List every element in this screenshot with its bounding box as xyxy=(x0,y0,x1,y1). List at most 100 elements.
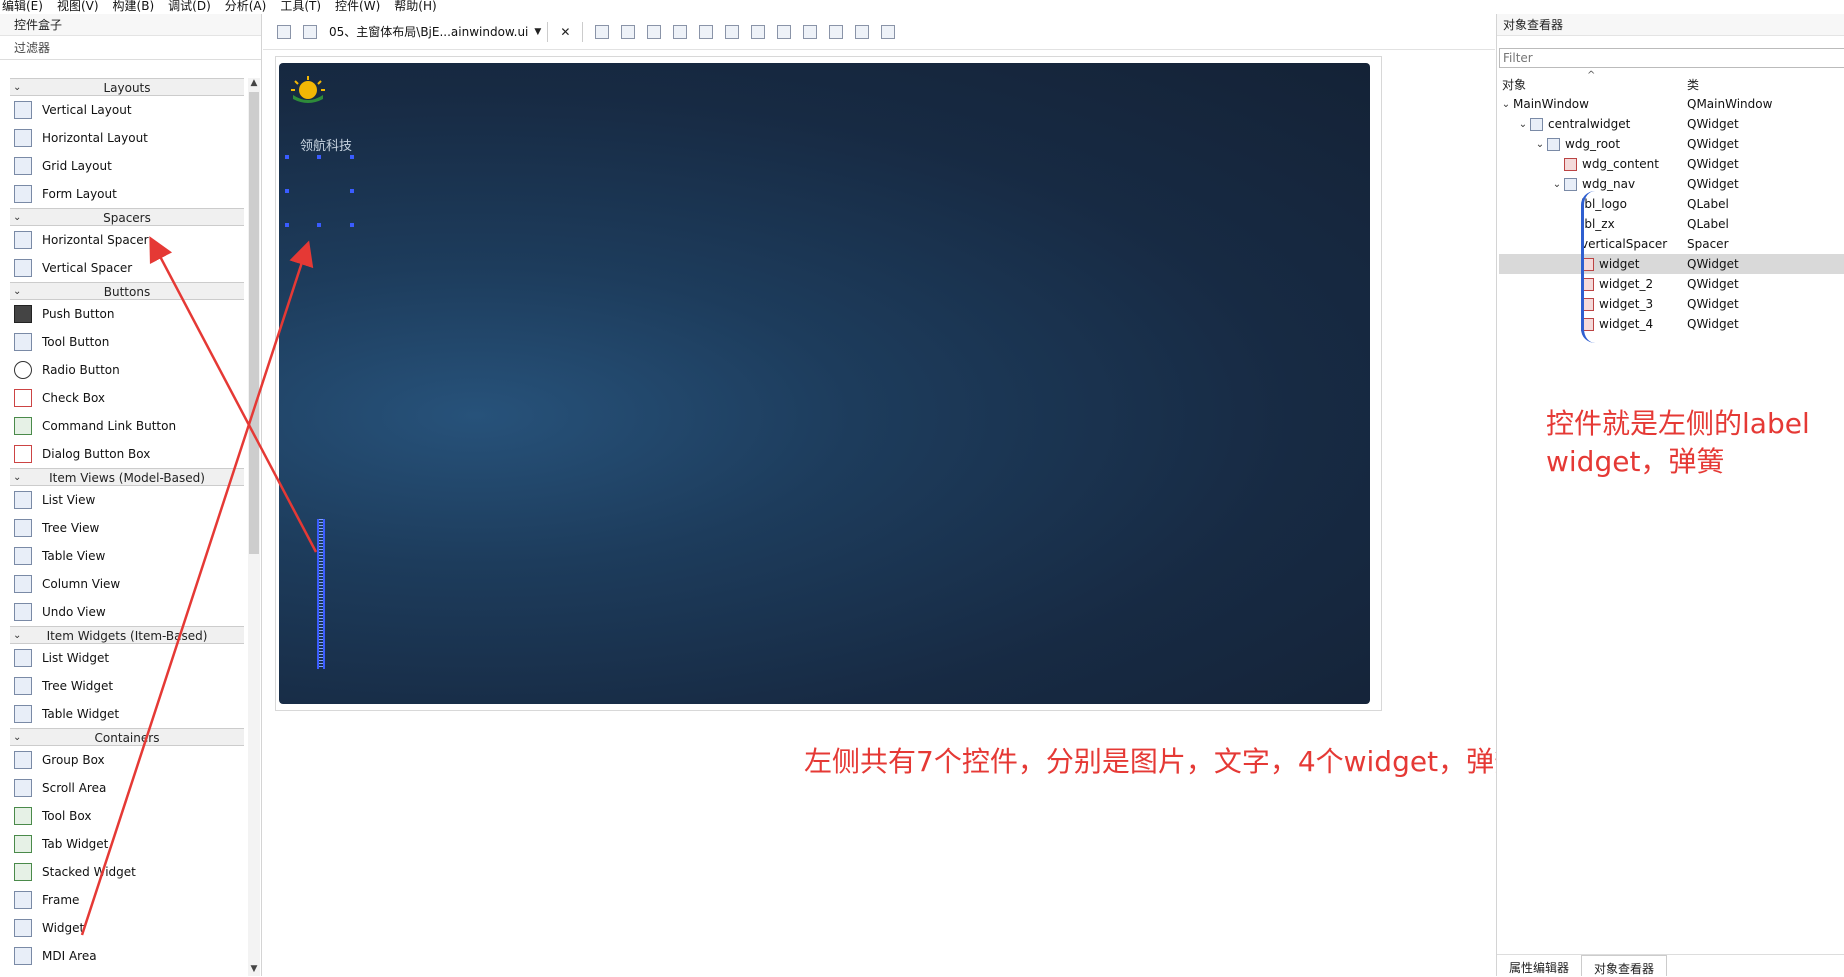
widget-box-item[interactable]: Vertical Layout xyxy=(10,96,244,124)
tree-row[interactable]: widget_4 QWidget xyxy=(1499,314,1844,334)
selection-handle[interactable] xyxy=(350,223,354,227)
widget-box-item[interactable]: Vertical Spacer xyxy=(10,254,244,282)
chevron-down-icon[interactable]: ⌄ xyxy=(13,469,21,487)
chevron-down-icon[interactable]: ⌄ xyxy=(13,209,21,227)
layout-grid-icon[interactable] xyxy=(829,24,844,39)
tree-row[interactable]: wdg_content QWidget xyxy=(1499,154,1844,174)
tab-property-editor[interactable]: 属性编辑器 xyxy=(1497,955,1581,976)
object-filter-input[interactable] xyxy=(1499,48,1844,68)
close-file-icon[interactable]: ✕ xyxy=(560,25,570,39)
category-header[interactable]: ⌄ Item Views (Model-Based) xyxy=(10,468,244,486)
widget-box-item[interactable]: Grid Layout xyxy=(10,152,244,180)
expand-arrow-icon[interactable]: ⌄ xyxy=(1499,99,1513,110)
expand-arrow-icon[interactable]: ⌄ xyxy=(1533,139,1547,150)
selection-handle[interactable] xyxy=(285,223,289,227)
menu-item[interactable]: 编辑(E) xyxy=(2,0,43,14)
expand-arrow-icon[interactable]: ⌄ xyxy=(1516,119,1530,130)
chevron-down-icon[interactable]: ⌄ xyxy=(13,79,21,97)
menu-item[interactable]: 控件(W) xyxy=(335,0,380,14)
widget-box-item[interactable]: Tool Box xyxy=(10,802,244,830)
column-class[interactable]: 类 xyxy=(1687,76,1699,94)
widget-box-item[interactable]: Tab Widget xyxy=(10,830,244,858)
tree-row[interactable]: widget_2 QWidget xyxy=(1499,274,1844,294)
widget-box-item[interactable]: Frame xyxy=(10,886,244,914)
category-header[interactable]: ⌄ Item Widgets (Item-Based) xyxy=(10,626,244,644)
break-layout-icon[interactable] xyxy=(855,24,870,39)
widget-box-item[interactable]: Stacked Widget xyxy=(10,858,244,886)
selection-handle[interactable] xyxy=(350,155,354,159)
chevron-down-icon[interactable]: ⌄ xyxy=(13,283,21,301)
widget-box-item[interactable]: Widget xyxy=(10,914,244,942)
edit-buddies-icon[interactable] xyxy=(647,24,662,39)
main-window-form[interactable]: 领航科技 xyxy=(279,63,1370,704)
layout-horizontal-splitter-icon[interactable] xyxy=(751,24,766,39)
chevron-down-icon[interactable]: ⌄ xyxy=(13,729,21,747)
category-header[interactable]: ⌄ Spacers xyxy=(10,208,244,226)
layout-vertical-splitter-icon[interactable] xyxy=(777,24,792,39)
sun-logo-icon[interactable] xyxy=(289,75,327,105)
chevron-down-icon[interactable]: ⌄ xyxy=(13,627,21,645)
edit-tab-order-icon[interactable] xyxy=(673,24,688,39)
menu-item[interactable]: 构建(B) xyxy=(113,0,155,14)
expand-arrow-icon[interactable]: ⌄ xyxy=(1550,179,1564,190)
category-header[interactable]: ⌄ Buttons xyxy=(10,282,244,300)
selection-handle[interactable] xyxy=(350,189,354,193)
widget-box-item[interactable]: Command Link Button xyxy=(10,412,244,440)
category-header[interactable]: ⌄ Containers xyxy=(10,728,244,746)
widget-box-item[interactable]: Horizontal Layout xyxy=(10,124,244,152)
tree-row[interactable]: ⌄ wdg_nav QWidget xyxy=(1499,174,1844,194)
widget-box-item[interactable]: Tree Widget xyxy=(10,672,244,700)
widget-box-item[interactable]: Table Widget xyxy=(10,700,244,728)
tree-row[interactable]: lbl_logo QLabel xyxy=(1499,194,1844,214)
menu-item[interactable]: 调试(D) xyxy=(168,0,211,14)
selection-handle[interactable] xyxy=(285,189,289,193)
menu-item[interactable]: 分析(A) xyxy=(225,0,267,14)
scroll-down-icon[interactable]: ▼ xyxy=(248,964,260,976)
scroll-thumb[interactable] xyxy=(249,92,259,554)
menu-item[interactable]: 帮助(H) xyxy=(394,0,436,14)
selection-handle[interactable] xyxy=(317,223,321,227)
lock-icon[interactable] xyxy=(277,24,291,39)
tree-row[interactable]: widget_3 QWidget xyxy=(1499,294,1844,314)
widget-box-item[interactable]: Form Layout xyxy=(10,180,244,208)
widget-box-item[interactable]: MDI Area xyxy=(10,942,244,970)
edit-signals-icon[interactable] xyxy=(621,24,636,39)
widget-box-item[interactable]: Dialog Button Box xyxy=(10,440,244,468)
widget-box-item[interactable]: Horizontal Spacer xyxy=(10,226,244,254)
layout-horizontal-icon[interactable] xyxy=(699,24,714,39)
layout-form-icon[interactable] xyxy=(803,24,818,39)
adjust-size-icon[interactable] xyxy=(881,24,896,39)
widget-box-item[interactable]: Scroll Area xyxy=(10,774,244,802)
tree-row[interactable]: ⌄ MainWindow QMainWindow xyxy=(1499,94,1844,114)
file-dropdown-icon[interactable]: ▼ xyxy=(534,27,541,37)
widget-box-scrollbar[interactable]: ▲ ▼ xyxy=(248,78,260,976)
widget-box-item[interactable]: Tool Button xyxy=(10,328,244,356)
widget-box-item[interactable]: Check Box xyxy=(10,384,244,412)
layout-vertical-icon[interactable] xyxy=(725,24,740,39)
widget-box-item[interactable]: Group Box xyxy=(10,746,244,774)
tree-row[interactable]: verticalSpacer Spacer xyxy=(1499,234,1844,254)
tab-object-inspector[interactable]: 对象查看器 xyxy=(1581,955,1668,976)
selection-handle[interactable] xyxy=(285,155,289,159)
tree-row[interactable]: widget QWidget xyxy=(1499,254,1844,274)
tree-row[interactable]: ⌄ centralwidget QWidget xyxy=(1499,114,1844,134)
category-header[interactable]: ⌄ Layouts xyxy=(10,78,244,96)
widget-box-item[interactable]: Undo View xyxy=(10,598,244,626)
file-name[interactable]: 05、主窗体布局\BjE...ainwindow.ui xyxy=(329,23,528,40)
widget-box-item[interactable]: Radio Button xyxy=(10,356,244,384)
tree-row[interactable]: ⌄ wdg_root QWidget xyxy=(1499,134,1844,154)
tree-row[interactable]: lbl_zx QLabel xyxy=(1499,214,1844,234)
widget-box-item[interactable]: Table View xyxy=(10,542,244,570)
widget-box-item[interactable]: List View xyxy=(10,486,244,514)
company-label[interactable]: 领航科技 xyxy=(300,135,352,154)
scroll-up-icon[interactable]: ▲ xyxy=(248,78,260,90)
widget-box-item[interactable]: Push Button xyxy=(10,300,244,328)
vertical-spacer[interactable] xyxy=(317,519,325,669)
widget-box-item[interactable]: Tree View xyxy=(10,514,244,542)
edit-widgets-icon[interactable] xyxy=(595,24,610,39)
menu-item[interactable]: 视图(V) xyxy=(57,0,99,14)
selection-handle[interactable] xyxy=(317,155,321,159)
widget-box-item[interactable]: List Widget xyxy=(10,644,244,672)
widget-box-filter[interactable]: 过滤器 xyxy=(0,36,261,60)
menu-item[interactable]: 工具(T) xyxy=(280,0,321,14)
